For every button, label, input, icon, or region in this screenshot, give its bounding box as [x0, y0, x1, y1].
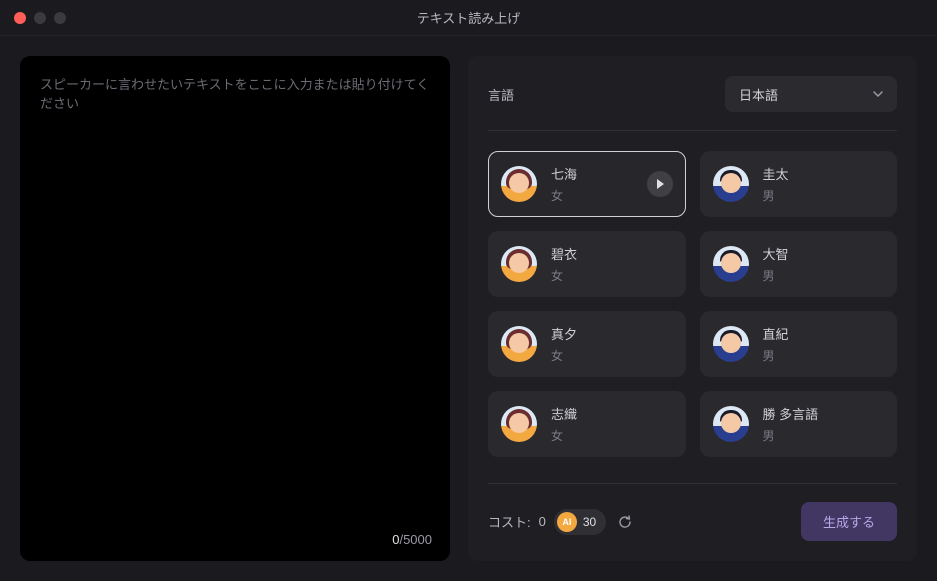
- credit-icon: AI: [557, 512, 577, 532]
- content-area: 0/5000 言語 日本語 七海女圭太男碧衣女大智男真夕女直紀男志織女勝 多言語…: [0, 36, 937, 581]
- generate-button[interactable]: 生成する: [801, 502, 897, 541]
- avatar: [713, 406, 749, 442]
- maximize-window-button[interactable]: [54, 12, 66, 24]
- speaker-card[interactable]: 勝 多言語男: [700, 391, 898, 457]
- language-selected-value: 日本語: [739, 85, 778, 104]
- speaker-info: 七海女: [551, 164, 577, 204]
- speaker-info: 勝 多言語男: [763, 404, 819, 444]
- speaker-card[interactable]: 碧衣女: [488, 231, 686, 297]
- speaker-info: 大智男: [763, 244, 789, 284]
- text-input[interactable]: [20, 56, 450, 561]
- avatar: [501, 326, 537, 362]
- speaker-info: 志織女: [551, 404, 577, 444]
- speakers-grid: 七海女圭太男碧衣女大智男真夕女直紀男志織女勝 多言語男: [488, 151, 897, 465]
- close-window-button[interactable]: [14, 12, 26, 24]
- speaker-card[interactable]: 志織女: [488, 391, 686, 457]
- play-icon: [657, 179, 664, 189]
- speaker-name: 七海: [551, 164, 577, 183]
- speaker-info: 圭太男: [763, 164, 789, 204]
- avatar: [501, 406, 537, 442]
- speaker-gender: 女: [551, 427, 577, 444]
- speaker-name: 志織: [551, 404, 577, 423]
- language-label: 言語: [488, 85, 514, 104]
- speaker-card[interactable]: 直紀男: [700, 311, 898, 377]
- cost-value: 0: [539, 514, 546, 529]
- speaker-info: 直紀男: [763, 324, 789, 364]
- speaker-name: 真夕: [551, 324, 577, 343]
- avatar: [501, 166, 537, 202]
- credit-pill: AI 30: [554, 509, 606, 535]
- speaker-gender: 女: [551, 187, 577, 204]
- cost-section: コスト: 0 AI 30: [488, 509, 636, 535]
- titlebar: テキスト読み上げ: [0, 0, 937, 36]
- window-title: テキスト読み上げ: [0, 8, 937, 27]
- speaker-name: 勝 多言語: [763, 404, 819, 423]
- settings-panel: 言語 日本語 七海女圭太男碧衣女大智男真夕女直紀男志織女勝 多言語男 コスト: …: [468, 56, 917, 561]
- speaker-card[interactable]: 大智男: [700, 231, 898, 297]
- avatar: [713, 246, 749, 282]
- speaker-name: 直紀: [763, 324, 789, 343]
- avatar: [713, 326, 749, 362]
- speaker-card[interactable]: 圭太男: [700, 151, 898, 217]
- footer-row: コスト: 0 AI 30 生成する: [488, 483, 897, 541]
- speaker-gender: 男: [763, 187, 789, 204]
- speaker-card[interactable]: 真夕女: [488, 311, 686, 377]
- char-count-max: 5000: [403, 532, 432, 547]
- avatar: [501, 246, 537, 282]
- window-controls: [14, 12, 66, 24]
- language-select[interactable]: 日本語: [725, 76, 897, 112]
- speaker-card[interactable]: 七海女: [488, 151, 686, 217]
- speaker-gender: 女: [551, 347, 577, 364]
- avatar: [713, 166, 749, 202]
- speaker-info: 真夕女: [551, 324, 577, 364]
- language-row: 言語 日本語: [488, 76, 897, 131]
- character-count: 0/5000: [392, 532, 432, 547]
- minimize-window-button[interactable]: [34, 12, 46, 24]
- speaker-gender: 男: [763, 267, 789, 284]
- credit-amount: 30: [583, 515, 596, 529]
- play-button[interactable]: [647, 171, 673, 197]
- speaker-name: 大智: [763, 244, 789, 263]
- speaker-name: 圭太: [763, 164, 789, 183]
- chevron-down-icon: [873, 89, 883, 99]
- text-input-panel: 0/5000: [20, 56, 450, 561]
- speaker-name: 碧衣: [551, 244, 577, 263]
- speaker-gender: 男: [763, 427, 819, 444]
- speaker-info: 碧衣女: [551, 244, 577, 284]
- cost-label: コスト:: [488, 512, 531, 531]
- speaker-gender: 男: [763, 347, 789, 364]
- refresh-icon[interactable]: [614, 511, 636, 533]
- speaker-gender: 女: [551, 267, 577, 284]
